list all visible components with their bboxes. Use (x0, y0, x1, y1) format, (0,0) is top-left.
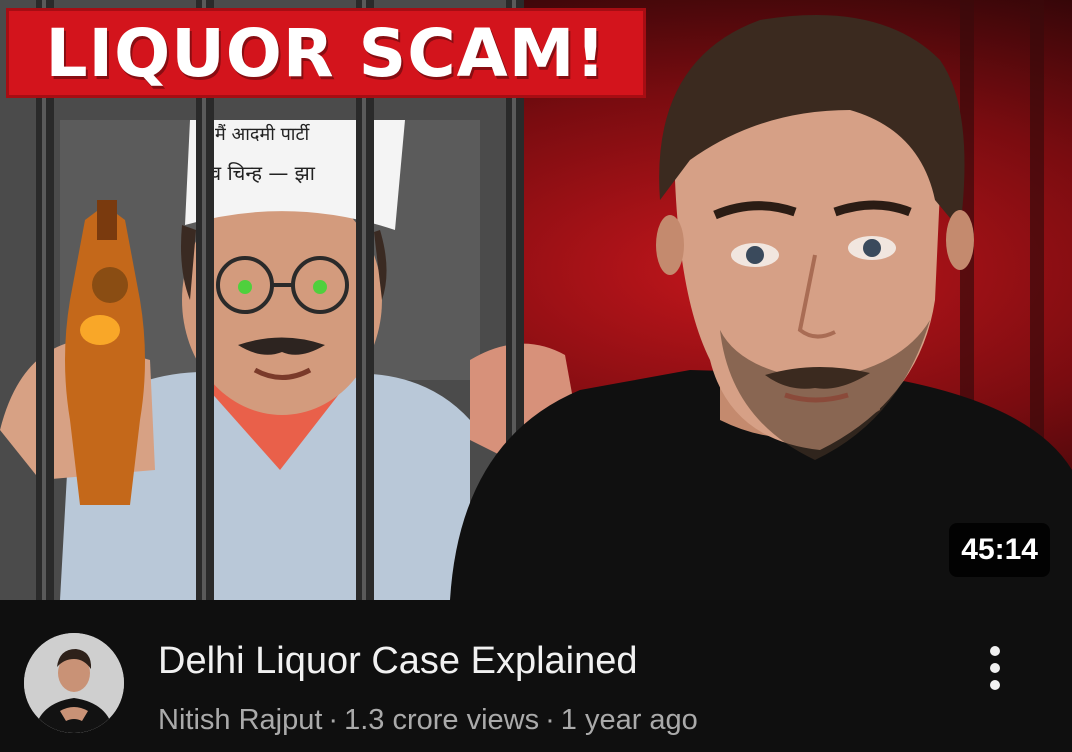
video-title[interactable]: Delhi Liquor Case Explained (158, 640, 638, 683)
separator: · (328, 704, 339, 736)
video-subtitle: Nitish Rajput · 1.3 crore views · 1 year ago (158, 704, 698, 737)
video-card[interactable]: मैं आदमी पार्टी व चिन्ह — झा LIQUOR SCAM… (0, 0, 1072, 752)
video-meta: Delhi Liquor Case Explained Nitish Rajpu… (0, 600, 1072, 752)
more-vertical-icon (990, 680, 1000, 690)
more-vertical-icon (990, 646, 1000, 656)
svg-text:व चिन्ह — झा: व चिन्ह — झा (210, 161, 316, 185)
channel-name[interactable]: Nitish Rajput (158, 704, 322, 736)
video-duration-badge: 45:14 (949, 523, 1050, 577)
more-options-button[interactable] (972, 636, 1018, 700)
view-count: 1.3 crore views (344, 704, 540, 736)
upload-age: 1 year ago (560, 704, 698, 736)
separator: · (545, 704, 555, 736)
more-vertical-icon (990, 663, 1000, 673)
banner-text: LIQUOR SCAM! (45, 14, 607, 92)
channel-avatar[interactable] (24, 633, 124, 733)
avatar-image (24, 633, 124, 733)
thumbnail-banner: LIQUOR SCAM! (6, 8, 646, 98)
svg-text:मैं आदमी पार्टी: मैं आदमी पार्टी (215, 123, 311, 145)
video-thumbnail[interactable]: मैं आदमी पार्टी व चिन्ह — झा LIQUOR SCAM… (0, 0, 1072, 600)
